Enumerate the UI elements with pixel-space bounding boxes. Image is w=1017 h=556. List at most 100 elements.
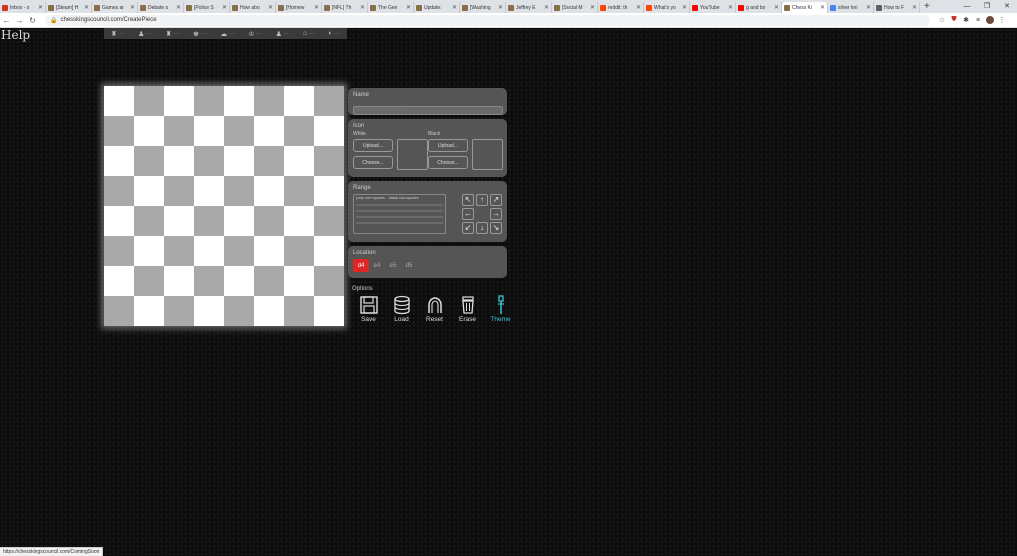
- board-square[interactable]: [224, 296, 254, 326]
- board-square[interactable]: [194, 236, 224, 266]
- browser-tab[interactable]: YouTube ✕: [690, 2, 736, 13]
- reset-button[interactable]: Reset: [418, 295, 451, 323]
- board-square[interactable]: [284, 296, 314, 326]
- location-square-button[interactable]: e4: [369, 259, 385, 272]
- browser-tab[interactable]: [Steam] H ✕: [46, 2, 92, 13]
- direction-arrow-button[interactable]: →: [490, 208, 502, 220]
- browser-tab[interactable]: Debate o ✕: [138, 2, 184, 13]
- board-square[interactable]: [284, 86, 314, 116]
- board-square[interactable]: [104, 146, 134, 176]
- help-link[interactable]: Help: [1, 28, 30, 42]
- tab-close-icon[interactable]: ✕: [820, 4, 825, 11]
- direction-arrow-button[interactable]: ↑: [476, 194, 488, 206]
- browser-tab[interactable]: [Homew ✕: [276, 2, 322, 13]
- save-button[interactable]: Save: [352, 295, 385, 323]
- board-square[interactable]: [104, 86, 134, 116]
- browser-tab[interactable]: reddit: th ✕: [598, 2, 644, 13]
- browser-tab[interactable]: Chess Ki ✕: [782, 2, 828, 13]
- nav-item[interactable]: ♔ ·····: [248, 30, 262, 38]
- board-square[interactable]: [254, 86, 284, 116]
- board-square[interactable]: [104, 116, 134, 146]
- board-square[interactable]: [194, 296, 224, 326]
- location-square-button[interactable]: d5: [401, 259, 417, 272]
- board-square[interactable]: [224, 266, 254, 296]
- tab-close-icon[interactable]: ✕: [176, 4, 181, 11]
- board-square[interactable]: [134, 146, 164, 176]
- board-square[interactable]: [224, 176, 254, 206]
- direction-arrow-button[interactable]: ↙: [462, 222, 474, 234]
- reload-icon[interactable]: ↻: [26, 16, 39, 25]
- browser-tab[interactable]: How abo ✕: [230, 2, 276, 13]
- board-square[interactable]: [164, 116, 194, 146]
- board-square[interactable]: [164, 266, 194, 296]
- range-row[interactable]: [356, 210, 443, 212]
- board-square[interactable]: [164, 236, 194, 266]
- shield-extension-icon[interactable]: ⛊: [948, 16, 960, 24]
- board-square[interactable]: [164, 176, 194, 206]
- bookmark-star-icon[interactable]: ☆: [936, 16, 948, 24]
- tab-close-icon[interactable]: ✕: [636, 4, 641, 11]
- board-square[interactable]: [254, 296, 284, 326]
- chess-board[interactable]: [104, 86, 344, 326]
- new-tab-icon[interactable]: +: [924, 1, 930, 12]
- black-choose-button[interactable]: Choose...: [428, 156, 468, 169]
- board-square[interactable]: [224, 146, 254, 176]
- browser-tab[interactable]: silver kni ✕: [828, 2, 874, 13]
- tab-close-icon[interactable]: ✕: [38, 4, 43, 11]
- minimize-icon[interactable]: —: [957, 0, 977, 13]
- board-square[interactable]: [314, 206, 344, 236]
- board-square[interactable]: [134, 266, 164, 296]
- board-square[interactable]: [314, 236, 344, 266]
- browser-tab[interactable]: [Police S ✕: [184, 2, 230, 13]
- load-button[interactable]: Load: [385, 295, 418, 323]
- board-square[interactable]: [164, 206, 194, 236]
- board-square[interactable]: [284, 206, 314, 236]
- board-square[interactable]: [284, 176, 314, 206]
- nav-item[interactable]: ☁ ·····: [220, 30, 235, 38]
- back-icon[interactable]: ←: [0, 16, 13, 25]
- board-square[interactable]: [194, 176, 224, 206]
- black-upload-button[interactable]: Upload...: [428, 139, 468, 152]
- nav-item[interactable]: ◐ ·····: [328, 30, 340, 37]
- menu-icon[interactable]: ⋮: [996, 16, 1008, 24]
- tab-close-icon[interactable]: ✕: [84, 4, 89, 11]
- browser-tab[interactable]: Jeffrey E ✕: [506, 2, 552, 13]
- tab-close-icon[interactable]: ✕: [130, 4, 135, 11]
- range-row[interactable]: [356, 222, 443, 224]
- browser-tab[interactable]: Update: ✕: [414, 2, 460, 13]
- nav-item[interactable]: ♜ ·····: [165, 30, 179, 38]
- board-square[interactable]: [284, 266, 314, 296]
- board-square[interactable]: [254, 236, 284, 266]
- tab-close-icon[interactable]: ✕: [728, 4, 733, 11]
- nav-item[interactable]: ♜ ·····: [111, 30, 125, 38]
- board-square[interactable]: [284, 236, 314, 266]
- board-square[interactable]: [224, 206, 254, 236]
- board-square[interactable]: [254, 206, 284, 236]
- direction-arrow-button[interactable]: ↘: [490, 222, 502, 234]
- board-square[interactable]: [164, 86, 194, 116]
- maximize-icon[interactable]: ❐: [977, 0, 997, 13]
- tab-close-icon[interactable]: ✕: [774, 4, 779, 11]
- board-square[interactable]: [314, 86, 344, 116]
- tab-close-icon[interactable]: ✕: [912, 4, 917, 11]
- board-square[interactable]: [134, 206, 164, 236]
- board-square[interactable]: [224, 116, 254, 146]
- tab-close-icon[interactable]: ✕: [590, 4, 595, 11]
- board-square[interactable]: [134, 236, 164, 266]
- tab-close-icon[interactable]: ✕: [222, 4, 227, 11]
- board-square[interactable]: [194, 116, 224, 146]
- nav-item[interactable]: ♚ ·····: [193, 30, 207, 38]
- board-square[interactable]: [224, 86, 254, 116]
- location-square-button[interactable]: e5: [385, 259, 401, 272]
- browser-tab[interactable]: [Washing ✕: [460, 2, 506, 13]
- board-square[interactable]: [254, 116, 284, 146]
- board-square[interactable]: [194, 146, 224, 176]
- board-square[interactable]: [194, 206, 224, 236]
- tab-close-icon[interactable]: ✕: [544, 4, 549, 11]
- browser-tab[interactable]: What's yo ✕: [644, 2, 690, 13]
- tab-close-icon[interactable]: ✕: [360, 4, 365, 11]
- board-square[interactable]: [134, 116, 164, 146]
- board-square[interactable]: [194, 86, 224, 116]
- board-square[interactable]: [254, 176, 284, 206]
- erase-button[interactable]: Erase: [451, 295, 484, 323]
